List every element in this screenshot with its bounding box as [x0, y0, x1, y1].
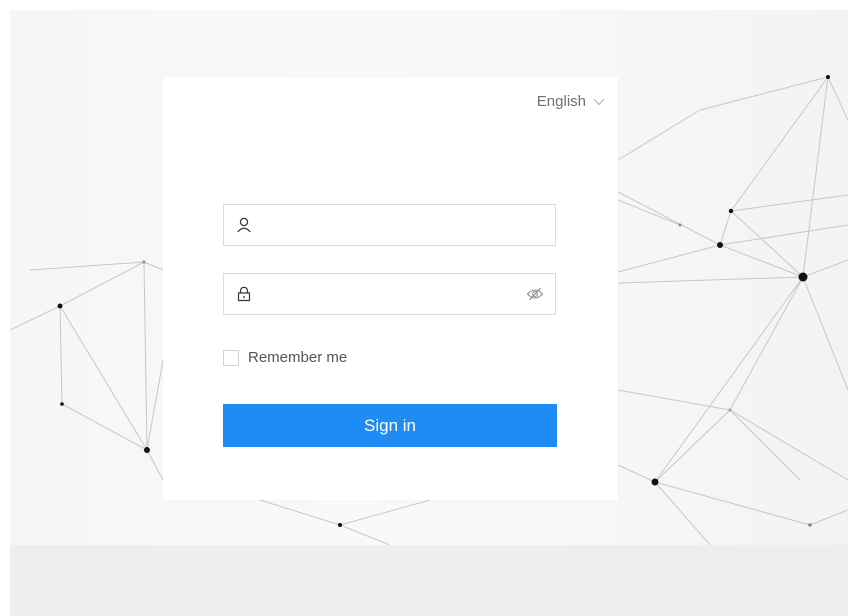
user-icon	[234, 215, 254, 235]
username-field[interactable]	[223, 204, 556, 246]
eye-off-icon[interactable]	[525, 284, 545, 304]
username-input[interactable]	[254, 206, 555, 244]
login-card: English Remember me Sign in	[163, 77, 618, 500]
footer-band	[10, 545, 848, 616]
sign-in-button[interactable]: Sign in	[223, 404, 557, 447]
remember-me-checkbox[interactable]	[223, 349, 239, 366]
login-page: English Remember me Sign in	[10, 10, 848, 616]
chevron-down-icon	[592, 95, 606, 109]
remember-me: Remember me	[223, 349, 347, 366]
language-selector[interactable]: English	[537, 93, 606, 110]
password-input[interactable]	[254, 275, 525, 313]
language-label: English	[536, 93, 586, 110]
lock-icon	[234, 284, 254, 304]
remember-me-label[interactable]: Remember me	[248, 349, 347, 366]
password-field[interactable]	[223, 273, 556, 315]
